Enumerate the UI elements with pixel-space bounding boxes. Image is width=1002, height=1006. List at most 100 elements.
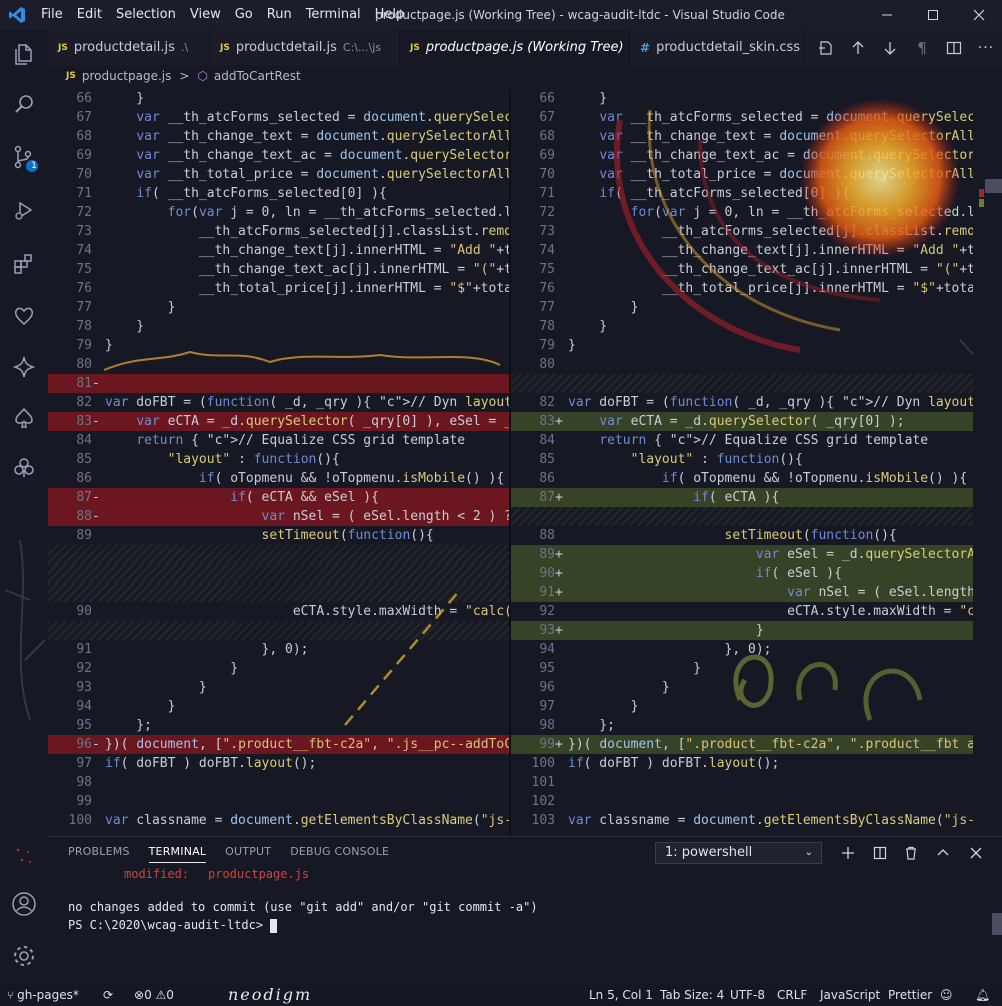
code-line[interactable]: 67 var __th_atcForms_selected = document… <box>511 108 973 127</box>
menu-edit[interactable]: Edit <box>70 0 109 30</box>
code-line[interactable]: 89 setTimeout(function(){ <box>48 526 510 545</box>
menu-view[interactable]: View <box>183 0 228 30</box>
new-terminal-icon[interactable] <box>837 842 859 864</box>
account-icon[interactable] <box>0 880 48 928</box>
code-line[interactable]: 68 var __th_change_text = document.query… <box>511 127 973 146</box>
code-line[interactable]: 70 var __th_total_price = document.query… <box>511 165 973 184</box>
code-line[interactable]: 70 var __th_total_price = document.query… <box>48 165 510 184</box>
overview-ruler[interactable] <box>973 89 1002 836</box>
code-line[interactable]: 73 __th_atcForms_selected[j].classList.r… <box>48 222 510 241</box>
terminal-prompt[interactable]: PS C:\2020\wcag-audit-ltdc> <box>68 918 278 933</box>
code-line[interactable]: 77 } <box>511 298 973 317</box>
code-line[interactable]: 71 if( __th_atcForms_selected[0] ){ <box>511 184 973 203</box>
code-line[interactable]: 84 return { "c">// Equalize CSS grid tem… <box>48 431 510 450</box>
code-line[interactable]: 94 } <box>48 697 510 716</box>
code-line[interactable]: 69 var __th_change_text_ac = document.qu… <box>511 146 973 165</box>
code-line[interactable]: 97 if( doFBT ) doFBT.layout(); <box>48 754 510 773</box>
code-line[interactable]: 76 __th_total_price[j].innerHTML = "$"+t… <box>48 279 510 298</box>
breadcrumb-file[interactable]: productpage.js <box>82 69 172 83</box>
prettier-status[interactable]: Prettier <box>888 984 932 1006</box>
minimize-button[interactable] <box>864 0 910 30</box>
spade-icon[interactable] <box>0 394 48 442</box>
code-line[interactable] <box>48 545 510 564</box>
code-line[interactable]: 72 for(var j = 0, ln = __th_atcForms_sel… <box>511 203 973 222</box>
terminal-select[interactable]: 1: powershell ⌄ <box>655 842 822 864</box>
diff-modified-pane[interactable]: 66 } 67 var __th_atcForms_selected = docu… <box>511 89 973 836</box>
notifications-bell-icon[interactable]: 🔔︎ <box>975 984 990 1006</box>
code-line[interactable]: 86 if( oTopmenu && !oTopmenu.isMobile() … <box>511 469 973 488</box>
code-line[interactable]: 85 "layout" : function(){ <box>511 450 973 469</box>
tab-problems[interactable]: PROBLEMS <box>68 845 130 863</box>
tab-productdetail-js-1[interactable]: JS productdetail.js .\ <box>48 30 210 65</box>
extensions-icon[interactable] <box>0 240 48 288</box>
code-line[interactable]: 83 + var eCTA = _d.querySelector( _qry[0]… <box>511 412 973 431</box>
code-line[interactable]: 90 + if( eSel ){ <box>511 564 973 583</box>
code-line[interactable]: 79} <box>511 336 973 355</box>
code-line[interactable]: 99 <box>48 792 510 811</box>
trash-icon[interactable] <box>900 842 922 864</box>
next-change-icon[interactable] <box>874 30 906 65</box>
code-line[interactable]: 95 }; <box>48 716 510 735</box>
menu-selection[interactable]: Selection <box>109 0 183 30</box>
close-window-button[interactable] <box>956 0 1002 30</box>
code-line[interactable]: 88 setTimeout(function(){ <box>511 526 973 545</box>
menu-go[interactable]: Go <box>228 0 260 30</box>
code-line[interactable] <box>511 507 973 526</box>
code-line[interactable]: 73 __th_atcForms_selected[j].classList.r… <box>511 222 973 241</box>
split-editor-icon[interactable] <box>938 30 970 65</box>
code-line[interactable]: 87 + if( eCTA ){ <box>511 488 973 507</box>
code-line[interactable]: 101 <box>511 773 973 792</box>
code-line[interactable]: 93 } <box>48 678 510 697</box>
code-line[interactable]: 91 }, 0); <box>48 640 510 659</box>
code-line[interactable]: 94 }, 0); <box>511 640 973 659</box>
code-line[interactable]: 95 } <box>511 659 973 678</box>
tab-output[interactable]: OUTPUT <box>225 845 271 863</box>
tab-size[interactable]: Tab Size: 4 <box>660 984 724 1006</box>
code-line[interactable]: 78 } <box>48 317 510 336</box>
maximize-panel-icon[interactable] <box>932 842 954 864</box>
code-line[interactable]: 67 var __th_atcForms_selected = document… <box>48 108 510 127</box>
code-line[interactable]: 97 } <box>511 697 973 716</box>
explorer-icon[interactable] <box>0 30 48 78</box>
language-mode[interactable]: JavaScript <box>820 984 880 1006</box>
code-line[interactable]: 88- var nSel = ( eSel.length < 2 ) ? <box>48 507 510 526</box>
code-line[interactable]: 80 <box>48 355 510 374</box>
code-line[interactable]: 77 } <box>48 298 510 317</box>
code-line[interactable] <box>511 374 973 393</box>
cursor-position[interactable]: Ln 5, Col 1 <box>589 984 653 1006</box>
code-line[interactable]: 69 var __th_change_text_ac = document.qu… <box>48 146 510 165</box>
more-actions-icon[interactable]: ··· <box>970 30 1002 65</box>
code-line[interactable]: 74 __th_change_text[j].innerHTML = "Add … <box>48 241 510 260</box>
search-icon[interactable] <box>0 80 48 128</box>
code-line[interactable]: 102 <box>511 792 973 811</box>
code-line[interactable]: 96-})( document, [".product__fbt-c2a", "… <box>48 735 510 754</box>
code-line[interactable]: 98 <box>48 773 510 792</box>
whitespace-toggle-icon[interactable]: ¶ <box>906 30 938 65</box>
diff-original-pane[interactable]: 66 } 67 var __th_atcForms_selected = docu… <box>48 89 510 836</box>
tab-terminal[interactable]: TERMINAL <box>148 845 207 863</box>
terminal-scrollbar[interactable] <box>992 913 1002 935</box>
code-line[interactable]: 75 __th_change_text_ac[j].innerHTML = "(… <box>511 260 973 279</box>
club-icon[interactable] <box>0 444 48 492</box>
code-line[interactable]: 83- var eCTA = _d.querySelector( _qry[0]… <box>48 412 510 431</box>
code-line[interactable]: 68 var __th_change_text = document.query… <box>48 127 510 146</box>
code-line[interactable] <box>48 621 510 640</box>
scroll-thumb[interactable] <box>985 179 1002 193</box>
code-line[interactable]: 75 __th_change_text_ac[j].innerHTML = "(… <box>48 260 510 279</box>
code-line[interactable]: 100 if( doFBT ) doFBT.layout(); <box>511 754 973 773</box>
code-line[interactable]: 98 }; <box>511 716 973 735</box>
code-line[interactable]: 90 eCTA.style.maxWidth = "calc(1 <box>48 602 510 621</box>
code-line[interactable]: 100 var classname = document.getElementsB… <box>48 811 510 830</box>
code-line[interactable]: 66 } <box>48 89 510 108</box>
code-line[interactable]: 82 var doFBT = (function( _d, _qry ){ "c"… <box>48 393 510 412</box>
diamond-icon[interactable] <box>0 343 48 391</box>
code-line[interactable]: 103 var classname = document.getElementsB… <box>511 811 973 830</box>
open-file-icon[interactable] <box>810 30 842 65</box>
code-line[interactable]: 96 } <box>511 678 973 697</box>
code-line[interactable]: 86 if( oTopmenu && !oTopmenu.isMobile() … <box>48 469 510 488</box>
code-line[interactable]: 82 var doFBT = (function( _d, _qry ){ "c"… <box>511 393 973 412</box>
branch-status[interactable]: ⑂ gh-pages* <box>7 984 79 1006</box>
code-line[interactable]: 99 +})( document, [".product__fbt-c2a", "… <box>511 735 973 754</box>
run-debug-icon[interactable] <box>0 186 48 234</box>
sync-icon[interactable]: ⟳ <box>103 984 113 1006</box>
